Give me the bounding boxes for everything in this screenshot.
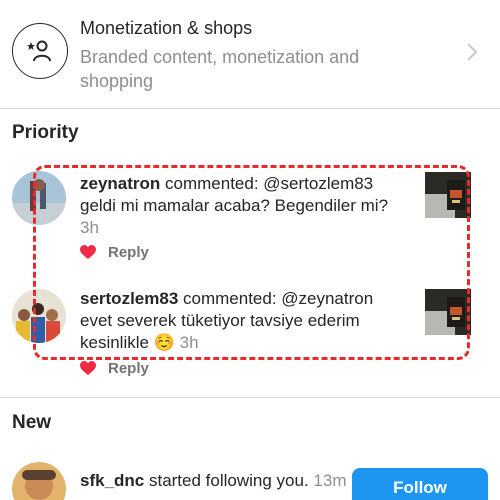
notification-text: zeynatron commented: @sertozlem83 geldi …: [80, 173, 400, 239]
avatar[interactable]: [12, 289, 66, 343]
post-thumbnail[interactable]: [425, 289, 471, 335]
reply-button[interactable]: Reply: [108, 360, 149, 377]
monetization-title: Monetization & shops: [80, 18, 253, 38]
chevron-right-icon: [467, 43, 478, 61]
timestamp: 13m: [313, 471, 347, 490]
section-heading-new: New: [12, 412, 52, 433]
notification-text: sertozlem83 commented: @zeynatron evet s…: [80, 288, 400, 354]
heart-icon[interactable]: [80, 245, 96, 260]
monetization-subtitle: Branded content, monetization and shoppi…: [80, 47, 360, 91]
divider: [0, 397, 500, 398]
timestamp: 3h: [179, 333, 199, 352]
avatar[interactable]: [12, 171, 66, 225]
notification-message: started following you.: [144, 471, 309, 490]
username-link[interactable]: zeynatron: [80, 174, 160, 193]
notification-text: sfk_dnc started following you. 13m: [80, 470, 350, 492]
reply-button[interactable]: Reply: [108, 244, 149, 261]
username-link[interactable]: sfk_dnc: [80, 471, 144, 490]
follow-button[interactable]: Follow: [352, 468, 488, 500]
post-thumbnail[interactable]: [425, 172, 471, 218]
username-link[interactable]: sertozlem83: [80, 289, 178, 308]
heart-icon[interactable]: [80, 361, 96, 376]
avatar[interactable]: [12, 462, 66, 500]
divider: [0, 108, 500, 109]
timestamp: 3h: [80, 218, 99, 237]
monetization-shops-row[interactable]: Monetization & shops Branded content, mo…: [0, 0, 500, 108]
section-heading-priority: Priority: [12, 122, 79, 143]
person-star-icon: [12, 23, 68, 79]
